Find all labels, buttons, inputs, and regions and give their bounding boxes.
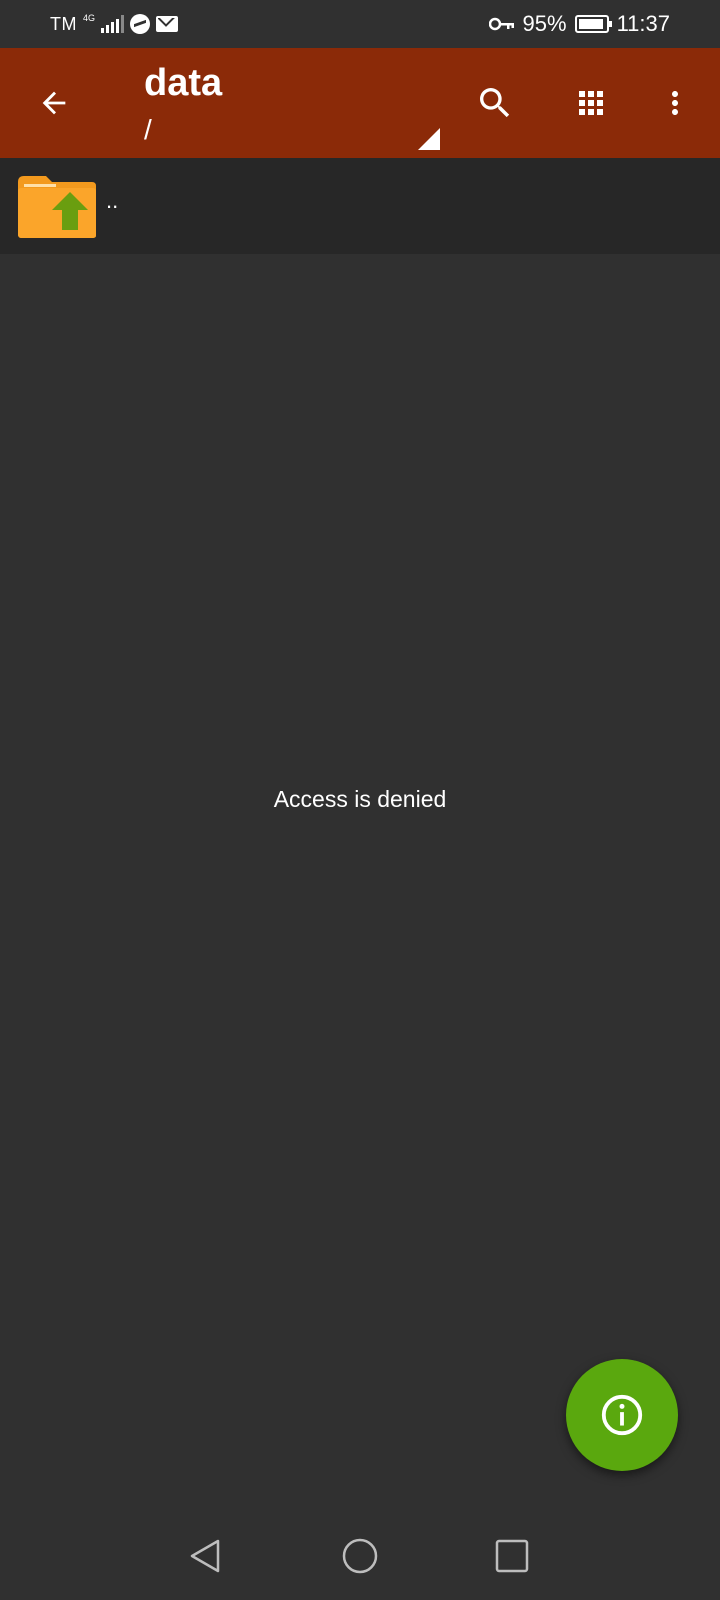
nav-home-icon [342,1538,378,1574]
more-options-button[interactable] [650,78,700,128]
status-bar-right: 95% 11:37 [488,0,670,48]
battery-icon [574,15,612,33]
nav-back-button[interactable] [182,1532,230,1580]
folder-title: data [144,62,223,104]
parent-folder-icon [18,176,96,238]
info-icon [601,1394,643,1436]
more-options-icon [672,91,678,115]
system-nav-bar [0,1510,720,1600]
access-denied-message: Access is denied [273,786,447,812]
folder-path[interactable]: / [144,114,152,146]
status-bar: TM 4G 95% 11:37 [0,0,720,48]
nav-back-icon [190,1539,220,1573]
nav-recents-icon [495,1539,529,1573]
parent-folder-label: .. [106,188,119,213]
signal-icon [101,15,125,33]
app-bar: data / [0,48,720,158]
network-type-label: 4G [83,12,96,23]
nav-recents-button[interactable] [488,1532,536,1580]
search-icon [480,88,510,118]
carrier-label: TM [50,13,77,34]
clock: 11:37 [616,11,670,36]
vpn-key-icon [488,11,515,37]
status-bar-left: TM 4G [50,0,179,48]
search-button[interactable] [470,78,520,128]
back-button[interactable] [24,73,84,133]
mail-icon [156,16,179,32]
grid-view-button[interactable] [566,78,616,128]
battery-percent: 95% [522,11,567,36]
path-dropdown-icon[interactable] [418,128,440,150]
grid-view-icon [579,91,603,115]
arrow-back-icon [42,91,66,115]
nav-home-button[interactable] [336,1532,384,1580]
battery-fill [578,19,604,29]
messenger-icon [130,14,151,34]
info-fab-button[interactable] [566,1359,678,1471]
